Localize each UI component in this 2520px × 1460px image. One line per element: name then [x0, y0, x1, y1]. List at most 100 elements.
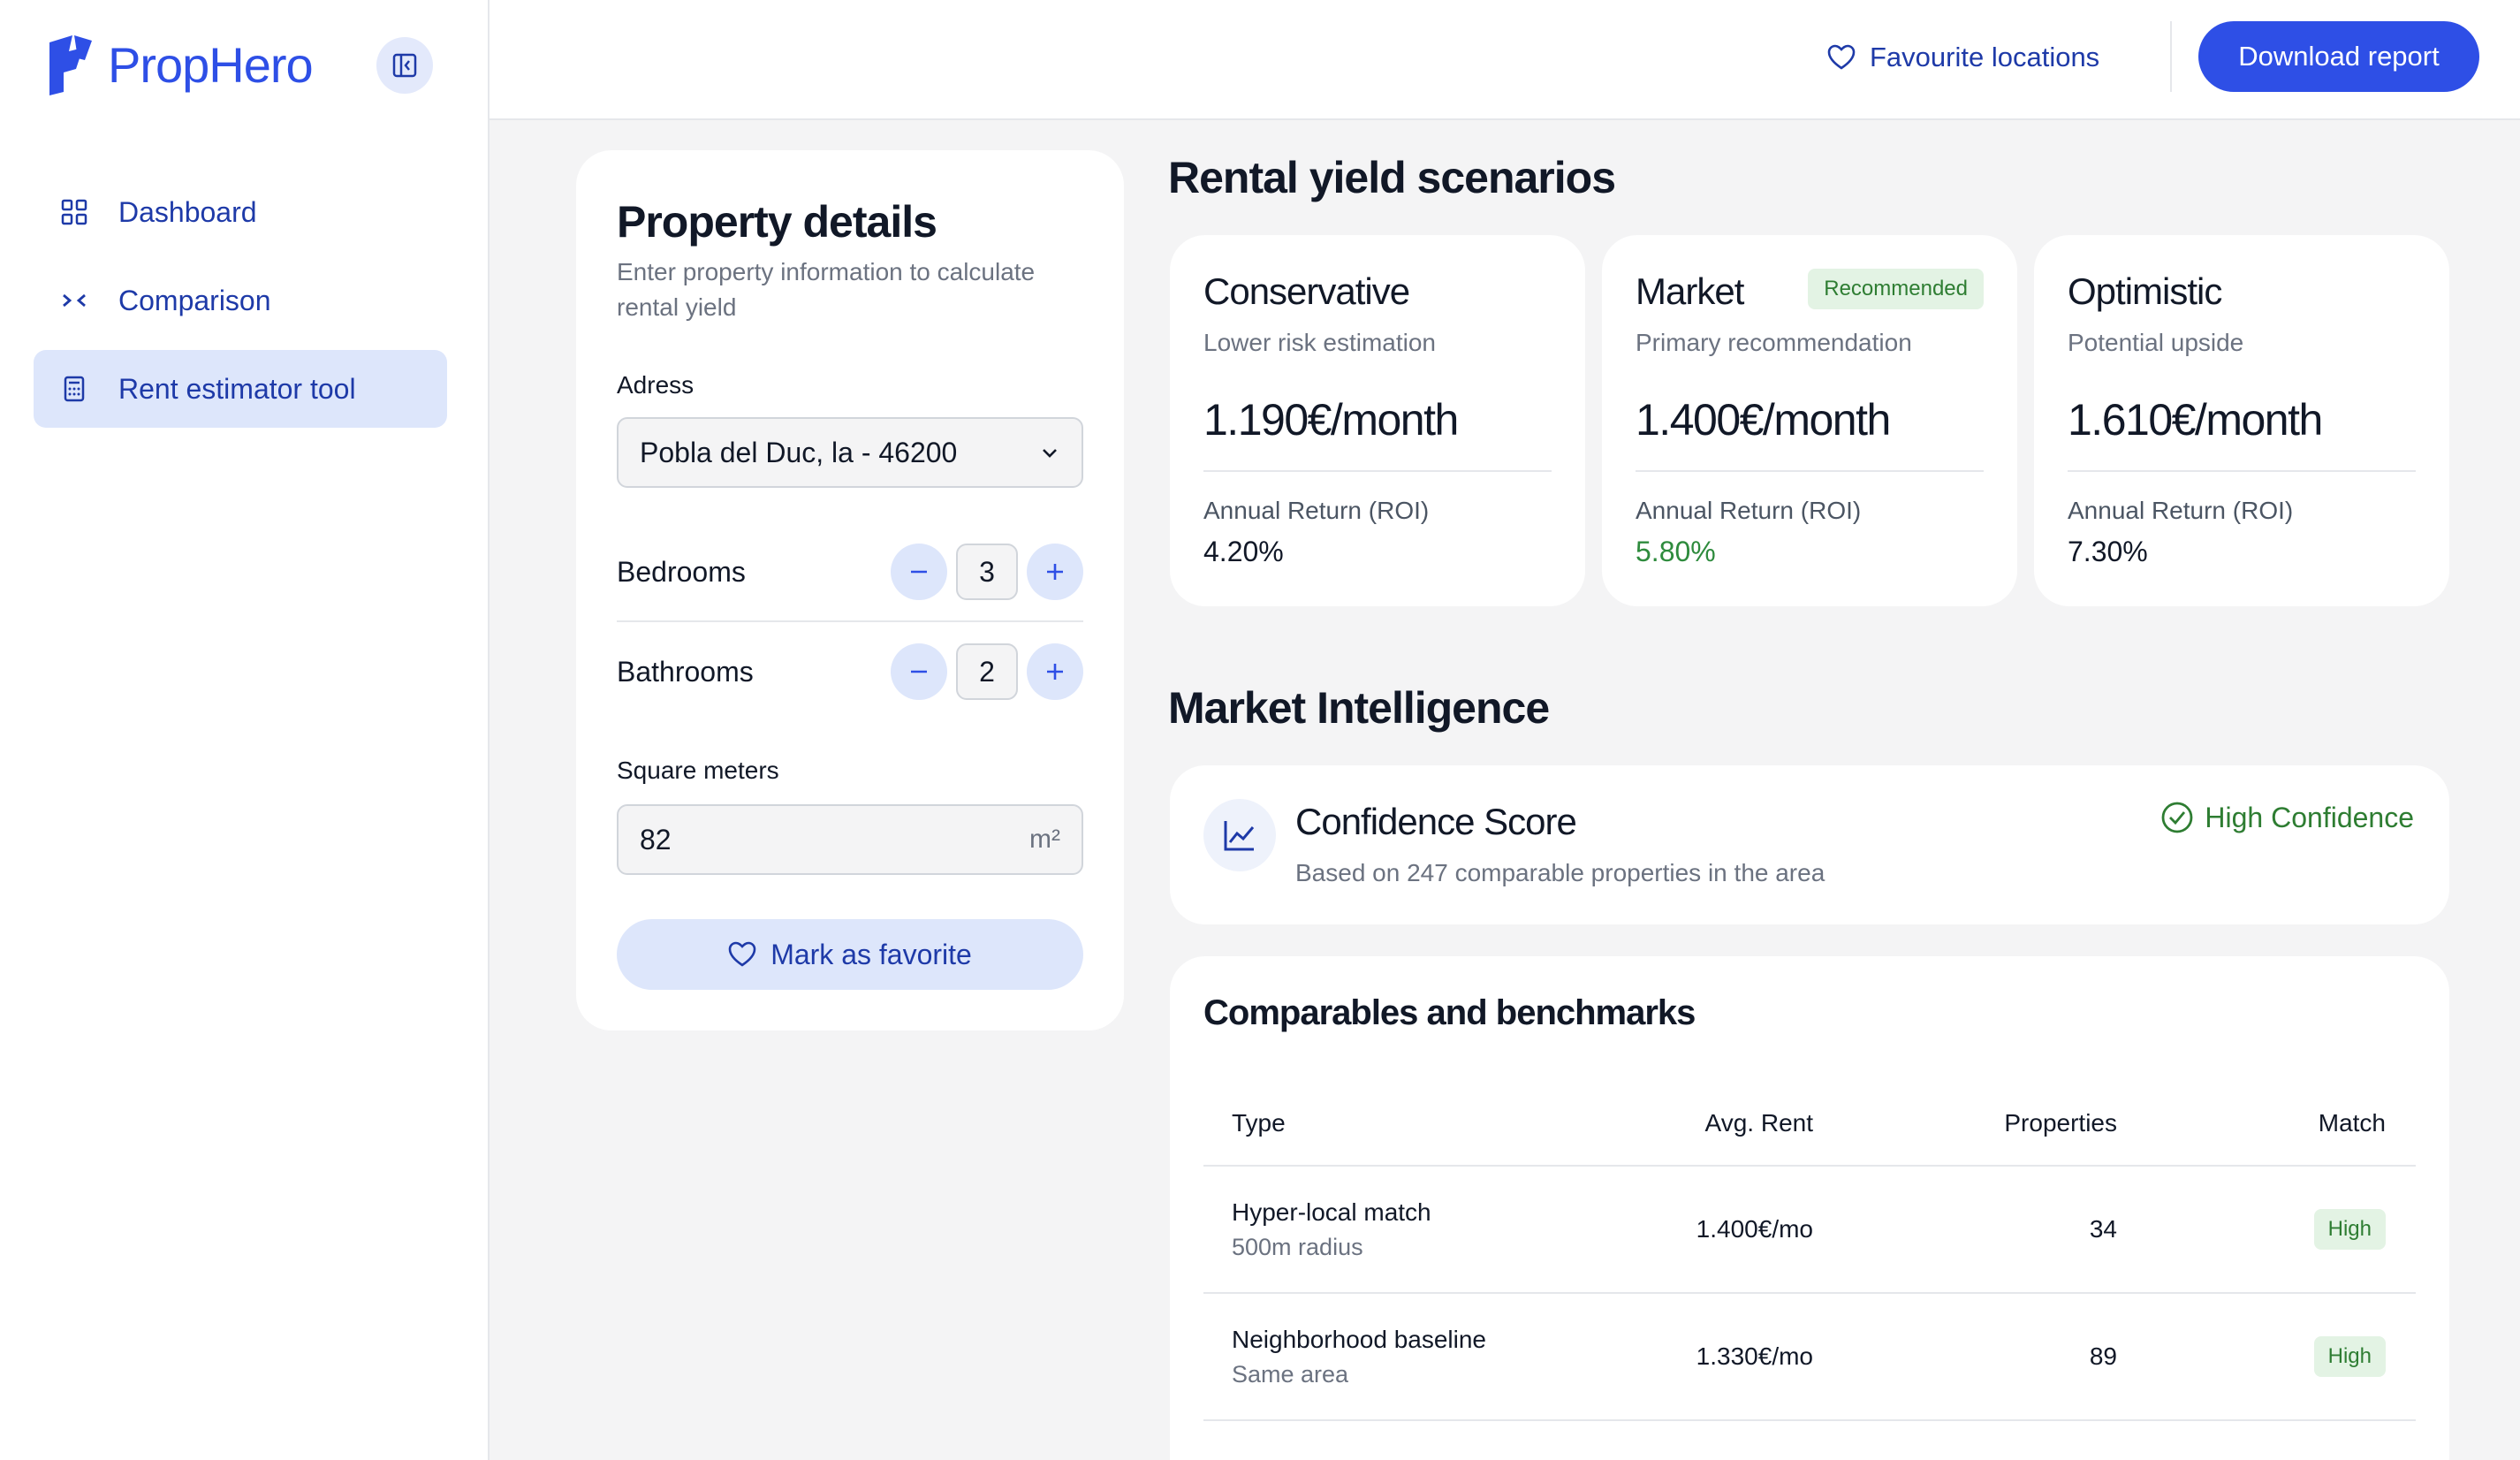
address-label: Adress — [617, 371, 695, 399]
scenario-roi-label: Annual Return (ROI) — [1203, 497, 1430, 524]
scenario-card-conservative: Conservative Lower risk estimation 1.190… — [1170, 235, 1585, 606]
cell-match: High — [2117, 1209, 2416, 1250]
check-circle-icon — [2162, 802, 2193, 833]
bedrooms-row: Bedrooms 3 — [617, 541, 1083, 603]
confidence-score-card: Confidence Score Based on 247 comparable… — [1170, 765, 2449, 924]
property-details-subtitle: Enter property information to calculate … — [617, 258, 1036, 321]
address-select[interactable]: Pobla del Duc, la - 46200 — [617, 417, 1083, 488]
trend-chart-icon — [1203, 799, 1276, 871]
bedrooms-decrement-button[interactable] — [891, 544, 947, 600]
sidebar-item-label: Rent estimator tool — [118, 372, 356, 405]
mark-as-favorite-button[interactable]: Mark as favorite — [617, 919, 1083, 990]
square-meters-value: 82 — [640, 823, 672, 855]
confidence-status-label: High Confidence — [2205, 801, 2414, 833]
scenario-divider — [1636, 470, 1984, 472]
favourite-locations-label: Favourite locations — [1870, 42, 2100, 72]
sidebar-collapse-icon — [392, 53, 417, 78]
match-badge: High — [2313, 1209, 2386, 1250]
app-root: PropHero Dashboard Comparison Rent estim… — [0, 0, 2520, 1460]
calculator-icon — [60, 375, 88, 403]
topbar: Favourite locations Download report — [490, 0, 2520, 120]
heart-icon — [728, 941, 756, 967]
row-avg-rent: 1.330€/mo — [1696, 1342, 1813, 1370]
favourite-locations-link[interactable]: Favourite locations — [1827, 35, 2099, 80]
mark-as-favorite-label: Mark as favorite — [770, 938, 972, 970]
bedrooms-increment-button[interactable] — [1027, 544, 1083, 600]
topbar-divider — [2170, 21, 2172, 92]
property-details-card: Property details Enter property informat… — [576, 150, 1124, 1030]
row-type: Hyper-local match — [1232, 1198, 1431, 1226]
header-match: Match — [2318, 1109, 2386, 1137]
scenario-roi: 4.20% — [1203, 536, 1284, 567]
brand-name: PropHero — [108, 36, 314, 93]
comparables-card: Comparables and benchmarks Type Avg. Ren… — [1170, 956, 2449, 1460]
sidebar: PropHero Dashboard Comparison Rent estim… — [0, 0, 490, 1460]
row-type-sub: 500m radius — [1232, 1233, 1363, 1260]
cell-match: High — [2117, 1336, 2416, 1377]
scenario-subtitle: Potential upside — [2068, 329, 2244, 356]
scenario-name: Conservative — [1203, 270, 1410, 312]
address-value: Pobla del Duc, la - 46200 — [640, 436, 958, 468]
row-type: Neighborhood baseline — [1232, 1325, 1486, 1353]
sidebar-item-label: Comparison — [118, 284, 271, 316]
download-report-button[interactable]: Download report — [2198, 21, 2479, 92]
square-meters-input[interactable]: 82 m² — [617, 804, 1083, 875]
prophero-logo-icon — [49, 35, 92, 95]
confidence-score-subtitle: Based on 247 comparable properties in th… — [1295, 859, 1825, 886]
sidebar-nav: Dashboard Comparison Rent estimator tool — [34, 173, 447, 438]
plus-icon — [1047, 664, 1063, 680]
scenario-value: 1.190€/month — [1203, 395, 1459, 445]
scenario-card-optimistic: Optimistic Potential upside 1.610€/month… — [2034, 235, 2449, 606]
table-header: Type Avg. Rent Properties Match — [1203, 1082, 2416, 1167]
row-properties: 34 — [2089, 1215, 2117, 1243]
square-meters-label: Square meters — [617, 757, 779, 784]
table-row[interactable]: Neighborhood baseline Same area 1.330€/m… — [1203, 1294, 2416, 1421]
scenario-name: Optimistic — [2068, 270, 2222, 312]
scenario-divider — [1203, 470, 1552, 472]
cell-type: Neighborhood baseline Same area — [1203, 1326, 1681, 1388]
recommended-badge: Recommended — [1808, 269, 1984, 309]
bathrooms-decrement-button[interactable] — [891, 643, 947, 700]
header-type: Type — [1232, 1109, 1286, 1137]
compare-icon — [60, 286, 88, 315]
table-row[interactable]: Hyper-local match 500m radius 1.400€/mo … — [1203, 1167, 2416, 1294]
market-intelligence-title: Market Intelligence — [1168, 683, 1550, 733]
grid-icon — [60, 198, 88, 226]
header-avg-rent: Avg. Rent — [1704, 1109, 1813, 1137]
bathrooms-stepper: 2 — [891, 643, 1083, 700]
bathrooms-value[interactable]: 2 — [956, 643, 1018, 700]
row-properties: 89 — [2089, 1342, 2117, 1370]
comparables-title: Comparables and benchmarks — [1203, 993, 1696, 1032]
scenario-card-market: Market Recommended Primary recommendatio… — [1602, 235, 2017, 606]
cell-type: Hyper-local match 500m radius — [1203, 1198, 1681, 1261]
scenario-roi: 7.30% — [2068, 536, 2148, 567]
sidebar-item-dashboard[interactable]: Dashboard — [34, 173, 447, 251]
confidence-status: High Confidence — [2160, 801, 2414, 834]
comparables-table: Type Avg. Rent Properties Match Hyper-lo… — [1203, 1082, 2416, 1421]
sidebar-item-comparison[interactable]: Comparison — [34, 262, 447, 339]
scenario-roi-label: Annual Return (ROI) — [2068, 497, 2294, 524]
bedrooms-stepper: 3 — [891, 544, 1083, 600]
sidebar-item-rent-estimator[interactable]: Rent estimator tool — [34, 350, 447, 428]
brand[interactable]: PropHero — [46, 34, 314, 95]
confidence-score-title: Confidence Score — [1295, 801, 1577, 842]
rental-yield-title: Rental yield scenarios — [1168, 153, 1616, 202]
scenario-value: 1.610€/month — [2068, 395, 2323, 445]
bathrooms-increment-button[interactable] — [1027, 643, 1083, 700]
row-type-sub: Same area — [1232, 1360, 1349, 1388]
match-badge: High — [2313, 1336, 2386, 1377]
scenario-roi-label: Annual Return (ROI) — [1636, 497, 1862, 524]
row-divider — [617, 620, 1083, 622]
collapse-sidebar-button[interactable] — [376, 37, 433, 94]
bedrooms-value[interactable]: 3 — [956, 544, 1018, 600]
bedrooms-label: Bedrooms — [617, 555, 746, 588]
minus-icon — [911, 570, 927, 574]
header-properties: Properties — [2004, 1109, 2117, 1137]
property-details-title: Property details — [617, 197, 937, 247]
chevron-down-icon — [1043, 449, 1057, 458]
bathrooms-row: Bathrooms 2 — [617, 641, 1083, 703]
scenario-value: 1.400€/month — [1636, 395, 1891, 445]
sidebar-item-label: Dashboard — [118, 195, 257, 228]
row-avg-rent: 1.400€/mo — [1696, 1215, 1813, 1243]
scenario-name: Market — [1636, 270, 1744, 312]
